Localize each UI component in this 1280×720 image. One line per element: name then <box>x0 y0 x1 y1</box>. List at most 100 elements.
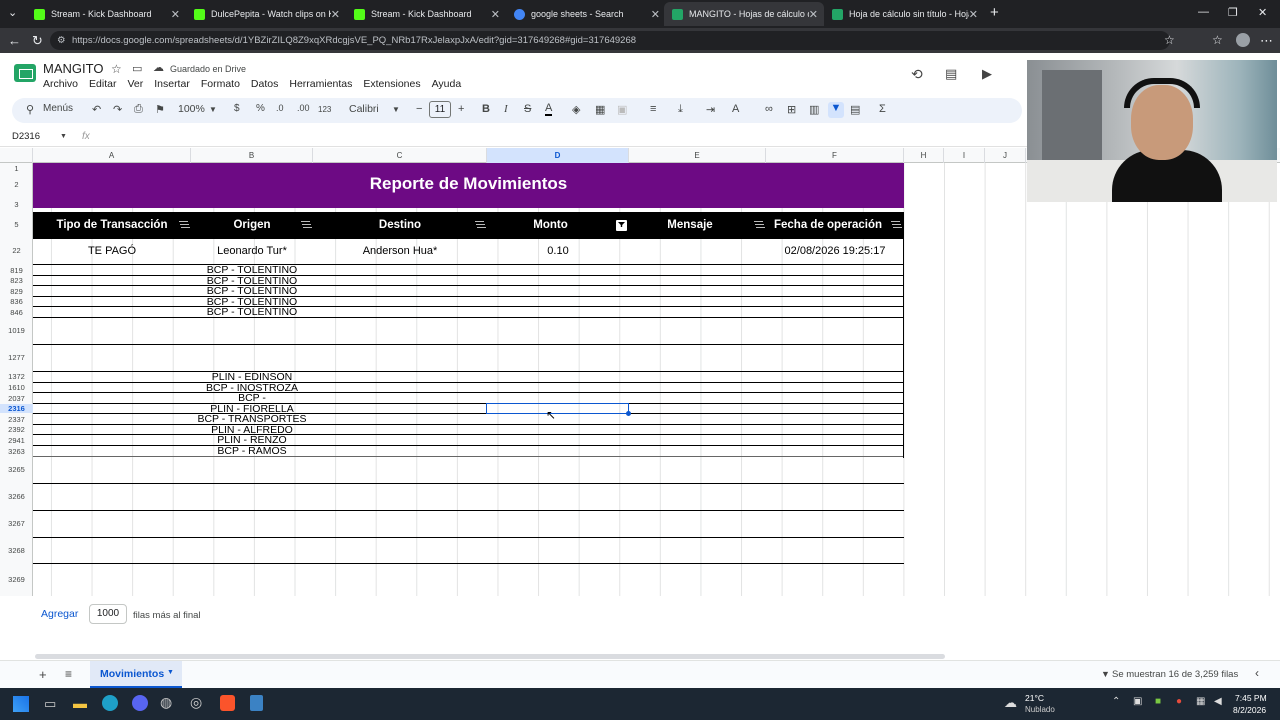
font-select[interactable]: Calibri <box>349 103 379 115</box>
column-header-h[interactable]: H <box>904 148 944 163</box>
comment-icon[interactable]: ⊞ <box>787 103 796 116</box>
minimize-icon[interactable]: — <box>1198 6 1209 18</box>
site-info-icon[interactable]: ⚙ <box>57 31 66 50</box>
font-size-decrease-icon[interactable]: − <box>416 103 422 115</box>
notepad-icon[interactable] <box>250 695 263 711</box>
column-header-a[interactable]: A <box>33 148 191 163</box>
row-header[interactable]: 2392 <box>0 425 33 434</box>
row-header[interactable]: 2037 <box>0 394 33 403</box>
volume-icon[interactable]: ◀ <box>1214 696 1222 707</box>
row-header[interactable]: 3267 <box>0 519 33 528</box>
more-menu-icon[interactable]: ⋯ <box>1260 33 1273 49</box>
favorites-icon[interactable]: ☆ <box>1212 33 1223 47</box>
close-icon[interactable]: ✕ <box>651 8 660 21</box>
url-bar[interactable]: ⚙ https://docs.google.com/spreadsheets/d/… <box>50 31 1170 50</box>
row-header[interactable]: 3263 <box>0 447 33 456</box>
close-window-icon[interactable]: ✕ <box>1258 6 1267 19</box>
browser-tab-6[interactable]: Hoja de cálculo sin título - Hojas d✕ <box>824 2 984 26</box>
cell-destino[interactable]: Anderson Hua* <box>313 245 487 257</box>
column-header-i[interactable]: I <box>944 148 985 163</box>
filter-icon[interactable] <box>754 221 764 229</box>
close-icon[interactable]: ✕ <box>969 8 978 21</box>
tray-app-icon[interactable]: ▣ <box>1133 696 1142 707</box>
close-icon[interactable]: ✕ <box>331 8 340 21</box>
filter-icon[interactable] <box>179 221 189 229</box>
font-size-input[interactable]: 11 <box>429 101 451 118</box>
text-color-icon[interactable]: A <box>545 103 553 116</box>
name-box[interactable]: D2316 <box>12 131 40 142</box>
active-filter-icon[interactable] <box>616 220 627 231</box>
print-icon[interactable]: ⎙ <box>134 103 143 116</box>
row-header[interactable]: 3268 <box>0 546 33 555</box>
file-explorer-icon[interactable]: ▬ <box>73 695 87 711</box>
italic-icon[interactable]: I <box>504 103 508 115</box>
search-icon[interactable]: ⚲ <box>26 103 34 116</box>
menu-insertar[interactable]: Insertar <box>154 78 190 90</box>
row-header[interactable]: 2941 <box>0 436 33 445</box>
row-header[interactable]: 1372 <box>0 372 33 381</box>
horizontal-align-icon[interactable]: ≡ <box>650 103 656 115</box>
row-header[interactable]: 5 <box>0 220 33 229</box>
close-icon[interactable]: ✕ <box>809 8 818 21</box>
row-header[interactable]: 836 <box>0 297 33 306</box>
clock-date[interactable]: 8/2/2026 <box>1233 705 1266 715</box>
row-header[interactable]: 1 <box>0 164 33 173</box>
tray-chevron-icon[interactable]: ⌃ <box>1112 696 1120 707</box>
filter-icon[interactable] <box>301 221 311 229</box>
menu-formato[interactable]: Formato <box>201 78 240 90</box>
move-folder-icon[interactable]: ▭ <box>132 62 142 75</box>
undo-icon[interactable]: ↶ <box>92 103 101 116</box>
edge-icon[interactable] <box>102 695 118 711</box>
filter-views-icon[interactable]: ▤ <box>850 103 860 116</box>
horizontal-scrollbar[interactable] <box>35 654 945 659</box>
add-sheet-icon[interactable]: + <box>39 667 47 682</box>
menu-extensiones[interactable]: Extensiones <box>363 78 420 90</box>
row-header[interactable]: 846 <box>0 308 33 317</box>
column-header-c[interactable]: C <box>313 148 487 163</box>
close-icon[interactable]: ✕ <box>171 8 180 21</box>
add-rows-count-input[interactable]: 1000 <box>89 604 127 624</box>
sheet-tab-movimientos[interactable]: Movimientos ▼ <box>90 661 182 688</box>
row-header[interactable]: 1277 <box>0 353 33 362</box>
browser-tab-4[interactable]: google sheets - Search ✕ <box>506 2 666 26</box>
increase-decimals-button[interactable]: .00 <box>297 103 310 113</box>
sheets-logo-icon[interactable] <box>14 64 36 82</box>
row-header[interactable]: 2316 <box>0 404 33 413</box>
maximize-icon[interactable]: ❐ <box>1228 6 1238 19</box>
history-icon[interactable]: ⟲ <box>911 66 923 83</box>
menu-ayuda[interactable]: Ayuda <box>432 78 462 90</box>
cell-origen[interactable]: BCP - RAMOS <box>191 446 313 457</box>
star-icon[interactable]: ☆ <box>111 62 122 76</box>
decrease-decimals-button[interactable]: .0 <box>276 103 284 113</box>
selected-cell[interactable] <box>486 403 631 416</box>
column-header-j[interactable]: J <box>985 148 1026 163</box>
comments-icon[interactable]: ▤ <box>945 66 957 82</box>
menu-archivo[interactable]: Archivo <box>43 78 78 90</box>
add-rows-button[interactable]: Agregar <box>41 608 78 620</box>
browser-tab-5[interactable]: MANGITO - Hojas de cálculo de G✕ <box>664 2 824 26</box>
row-header[interactable]: 1610 <box>0 383 33 392</box>
row-header[interactable]: 2 <box>0 180 33 189</box>
paint-format-icon[interactable]: ⚑ <box>155 103 165 116</box>
cell-origen[interactable]: Leonardo Tur* <box>191 245 313 257</box>
row-header[interactable]: 2337 <box>0 415 33 424</box>
menu-herramientas[interactable]: Herramientas <box>289 78 352 90</box>
chevron-left-icon[interactable]: ‹ <box>1255 666 1259 680</box>
filter-icon[interactable]: ▼ <box>828 102 844 118</box>
select-all-corner[interactable] <box>0 148 33 163</box>
strikethrough-icon[interactable]: S <box>524 103 531 115</box>
column-header-d[interactable]: D <box>487 148 629 163</box>
cell-monto[interactable]: 0.10 <box>487 245 629 257</box>
column-header-e[interactable]: E <box>629 148 766 163</box>
cell-origen[interactable]: BCP - TOLENTINO <box>191 307 313 318</box>
merge-cells-icon[interactable]: ▣ <box>617 103 627 116</box>
row-header[interactable]: 819 <box>0 266 33 275</box>
cell-tipo[interactable]: TE PAGÓ <box>33 245 191 257</box>
row-header[interactable]: 3 <box>0 200 33 209</box>
task-view-icon[interactable]: ▭ <box>44 696 56 712</box>
browser-tab-3[interactable]: Stream - Kick Dashboard ✕ <box>346 2 506 26</box>
bookmark-star-icon[interactable]: ☆ <box>1164 33 1175 47</box>
row-header[interactable]: 3269 <box>0 575 33 584</box>
percent-button[interactable]: % <box>256 103 265 114</box>
zoom-select[interactable]: 100% <box>178 103 205 115</box>
